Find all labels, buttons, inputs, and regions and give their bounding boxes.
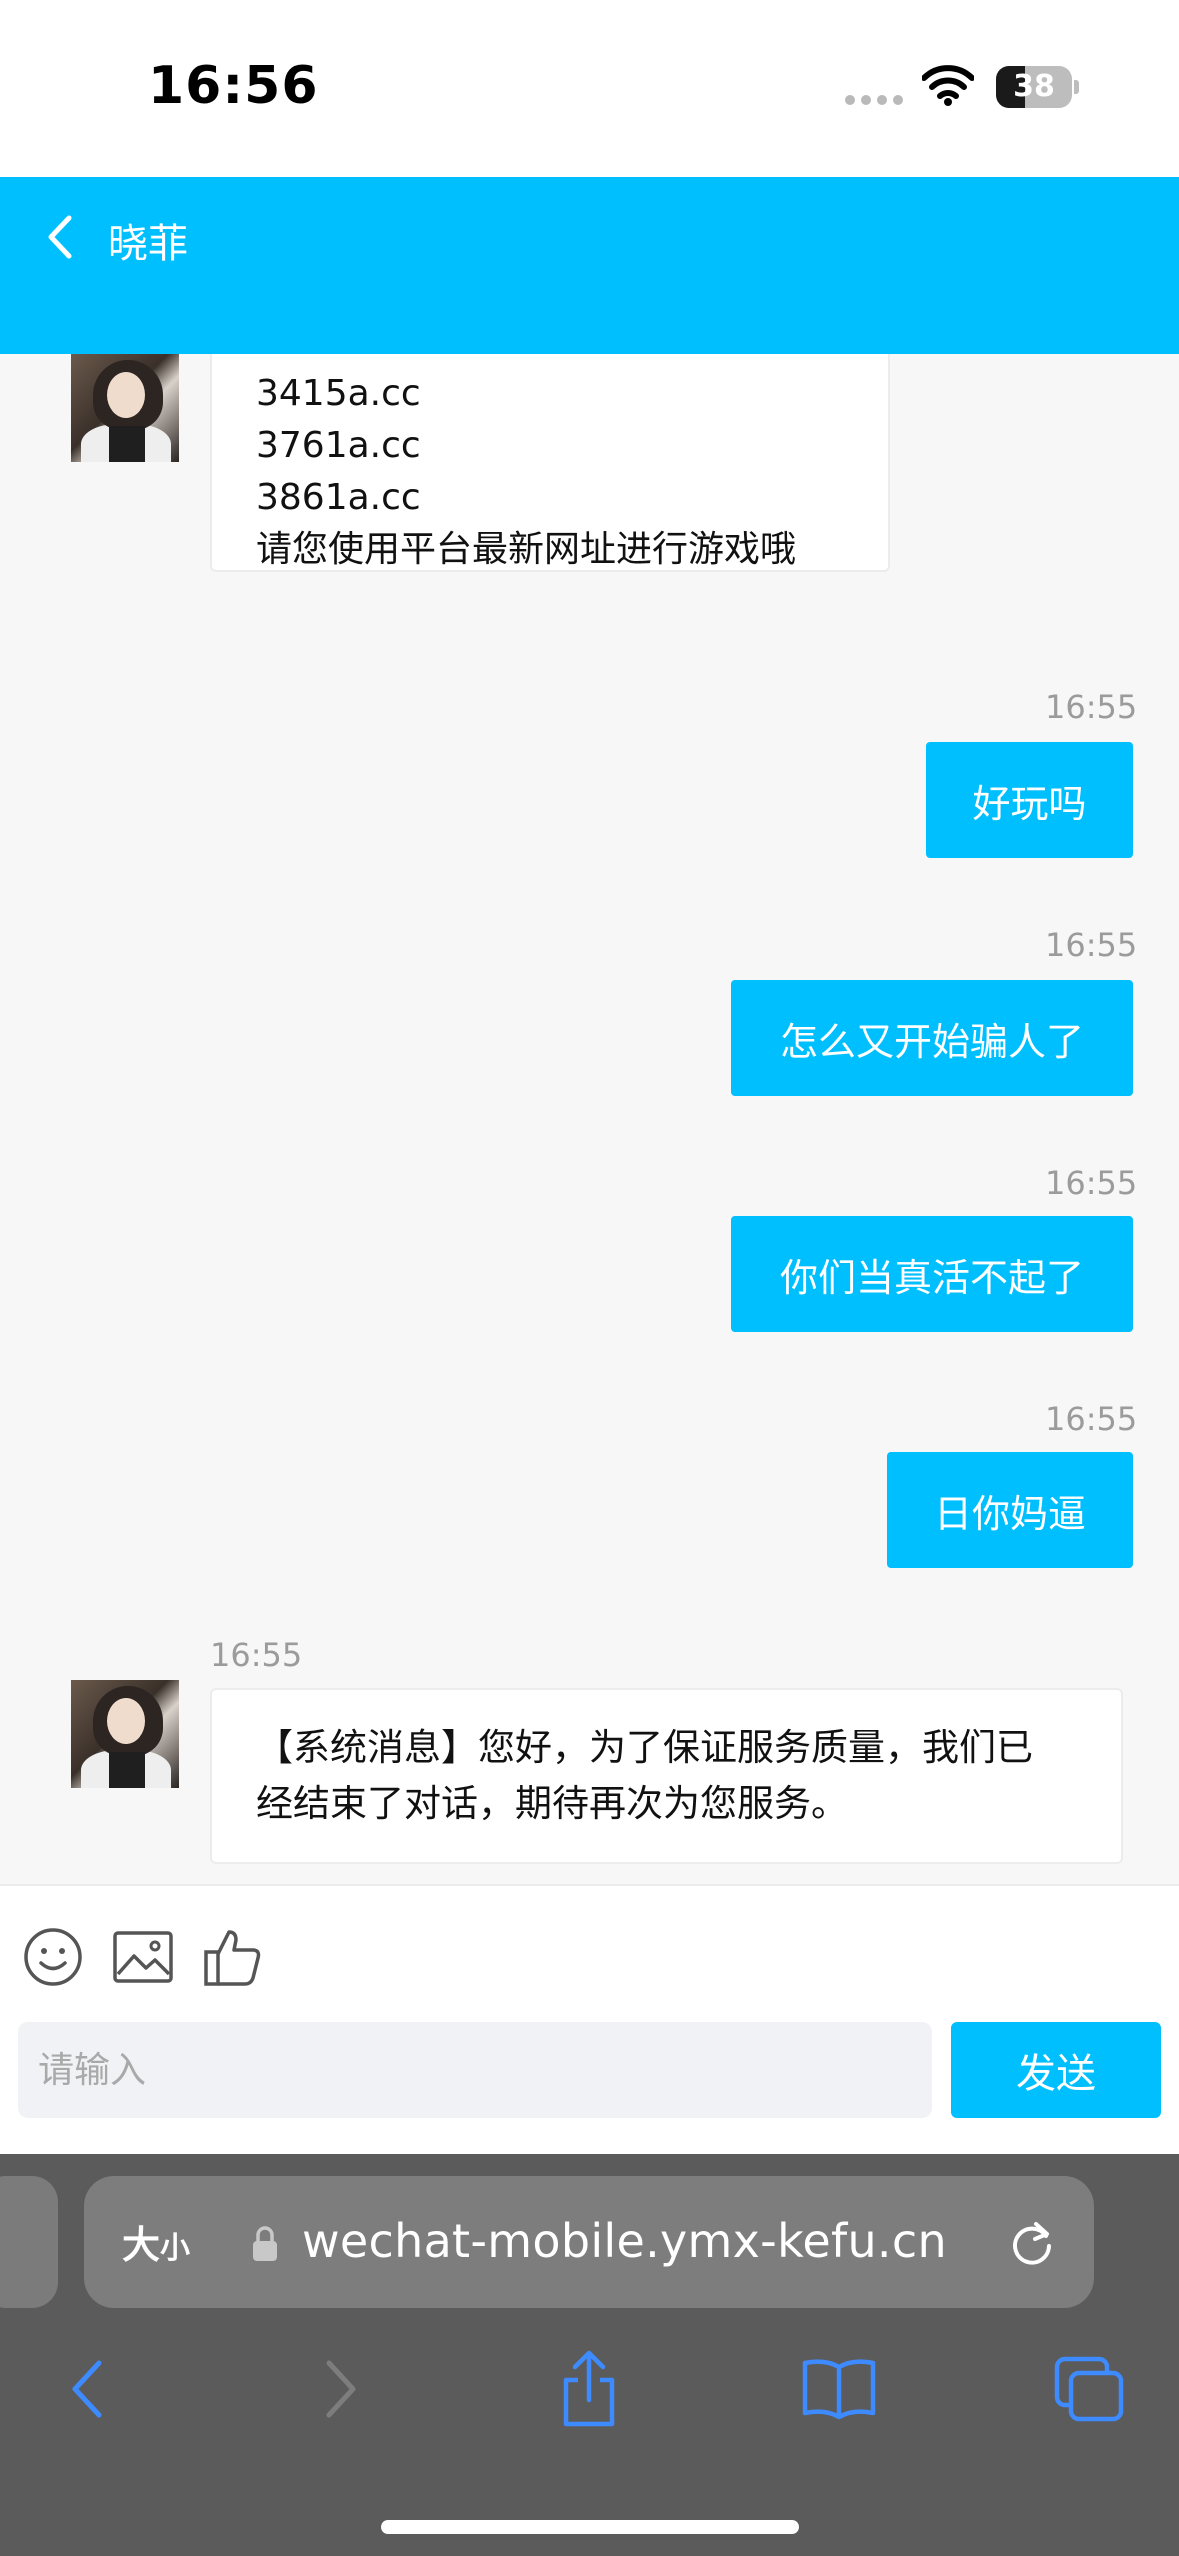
message-time: 16:55: [210, 1636, 303, 1674]
share-button[interactable]: [544, 2344, 634, 2434]
status-bar: 16:56 38: [0, 0, 1179, 177]
message-bubble-incoming: 3415a.cc 3761a.cc 3861a.cc 请您使用平台最新网址进行游…: [210, 354, 890, 572]
bookmarks-button[interactable]: [794, 2344, 884, 2434]
url-text: wechat-mobile.ymx-kefu.cn: [302, 2214, 947, 2268]
message-time: 16:55: [1045, 1400, 1138, 1438]
message-input[interactable]: [18, 2022, 932, 2118]
browser-forward-button[interactable]: [296, 2344, 386, 2434]
message-bubble-outgoing: 好玩吗: [926, 742, 1133, 858]
share-icon: [563, 2350, 615, 2427]
send-button[interactable]: 发送: [951, 2022, 1161, 2118]
reload-button[interactable]: [1002, 2214, 1062, 2274]
message-line: 经结束了对话，期待再次为您服务。: [256, 1782, 848, 1825]
chevron-right-icon: [326, 2360, 356, 2418]
message-time: 16:55: [1045, 688, 1138, 726]
chat-header: 晓菲: [0, 177, 1179, 354]
back-button[interactable]: [30, 202, 90, 272]
message-line: 【系统消息】您好，为了保证服务质量，我们已: [256, 1726, 1033, 1769]
tabs-icon: [1054, 2356, 1124, 2422]
message-bubble-outgoing: 怎么又开始骗人了: [731, 980, 1133, 1096]
message-time: 16:55: [1045, 926, 1138, 964]
battery-icon: 38: [996, 66, 1079, 108]
message-list[interactable]: 3415a.cc 3761a.cc 3861a.cc 请您使用平台最新网址进行游…: [0, 354, 1179, 1884]
message-time: 16:55: [1045, 1164, 1138, 1202]
emoji-button[interactable]: [18, 1922, 88, 1992]
previous-tab-preview[interactable]: [0, 2176, 58, 2308]
message-line: 请您使用平台最新网址进行游戏哦: [256, 529, 797, 570]
composer: 发送: [0, 1884, 1179, 2154]
wifi-icon: [921, 64, 975, 106]
chat-title: 晓菲: [108, 221, 188, 267]
message-bubble-outgoing: 你们当真活不起了: [731, 1216, 1133, 1332]
thumbs-up-icon: [204, 1930, 261, 1986]
message-bubble-incoming: 【系统消息】您好，为了保证服务质量，我们已 经结束了对话，期待再次为您服务。: [210, 1688, 1123, 1864]
book-icon: [802, 2359, 876, 2420]
agent-avatar: [71, 354, 179, 462]
like-button[interactable]: [198, 1922, 268, 1992]
lock-icon: [253, 2226, 277, 2261]
text-size-button[interactable]: 大小: [122, 2214, 190, 2269]
message-bubble-outgoing: 日你妈逼: [887, 1452, 1133, 1568]
emoji-icon: [24, 1928, 82, 1986]
message-line: 3861a.cc: [256, 477, 421, 518]
home-indicator[interactable]: [381, 2520, 799, 2534]
cellular-signal-icon: [845, 95, 905, 105]
browser-back-button[interactable]: [42, 2344, 132, 2434]
address-bar[interactable]: 大小 wechat-mobile.ymx-kefu.cn: [84, 2176, 1094, 2308]
message-line: 3761a.cc: [256, 425, 421, 466]
image-button[interactable]: [108, 1922, 178, 1992]
image-icon: [113, 1931, 173, 1983]
agent-avatar: [71, 1680, 179, 1788]
tabs-button[interactable]: [1044, 2344, 1134, 2434]
message-line: 3415a.cc: [256, 373, 421, 414]
chevron-left-icon: [48, 215, 72, 259]
browser-toolbar: 大小 wechat-mobile.ymx-kefu.cn: [0, 2154, 1179, 2556]
status-time: 16:56: [148, 56, 319, 116]
reload-icon: [1013, 2222, 1051, 2265]
chevron-left-icon: [72, 2360, 102, 2418]
battery-percent: 38: [1013, 69, 1055, 104]
